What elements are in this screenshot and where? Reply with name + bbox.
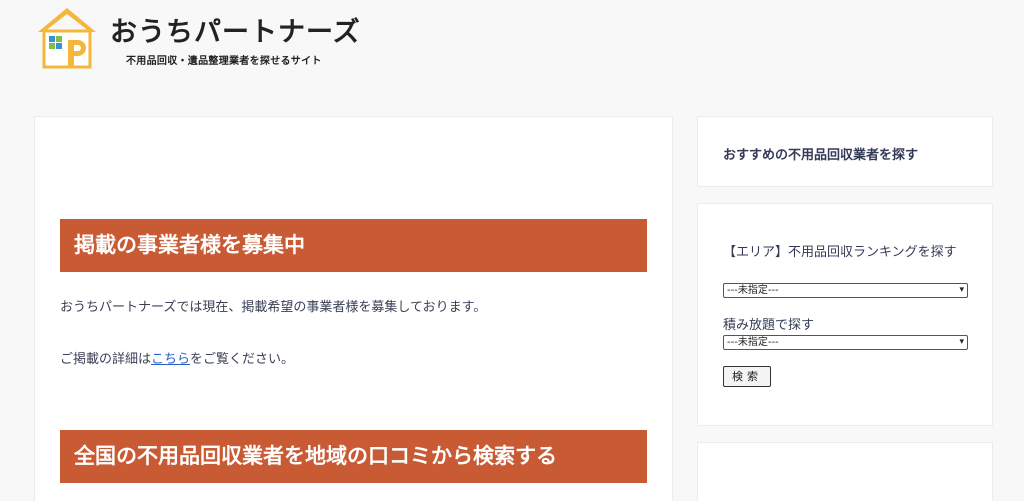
search-heading: 全国の不用品回収業者を地域の口コミから検索する — [60, 430, 647, 483]
search-button[interactable]: 検索 — [723, 366, 771, 387]
search-widget: 【エリア】不用品回収ランキングを探す ---未指定--- ▾ 積み放題で探す -… — [697, 203, 993, 426]
house-logo-icon — [38, 8, 96, 69]
flatrate-select[interactable]: ---未指定--- ▾ — [723, 335, 968, 350]
details-suffix: をご覧ください。 — [190, 352, 295, 367]
chevron-down-icon: ▾ — [959, 285, 964, 295]
sidebar-widget-empty — [697, 442, 993, 501]
details-link[interactable]: こちら — [151, 352, 190, 367]
site-header: おうちパートナーズ 不用品回収・遺品整理業者を探せるサイト — [0, 0, 1024, 80]
recruit-text: おうちパートナーズでは現在、掲載希望の事業者様を募集しております。 — [60, 300, 487, 315]
recommend-widget: おすすめの不用品回収業者を探す — [697, 116, 993, 187]
area-select[interactable]: ---未指定--- ▾ — [723, 283, 968, 298]
site-title: おうちパートナーズ — [110, 17, 361, 48]
details-prefix: ご掲載の詳細は — [60, 352, 152, 367]
area-label: 【エリア】不用品回収ランキングを探す — [723, 245, 957, 260]
flatrate-label: 積み放題で探す — [723, 318, 815, 333]
area-select-value: ---未指定--- — [727, 285, 779, 296]
chevron-down-icon: ▾ — [959, 337, 964, 347]
site-logo-link[interactable]: おうちパートナーズ 不用品回収・遺品整理業者を探せるサイト — [34, 4, 364, 70]
details-text: ご掲載の詳細はこちらをご覧ください。 — [60, 348, 294, 367]
flatrate-select-value: ---未指定--- — [727, 337, 779, 348]
site-tagline: 不用品回収・遺品整理業者を探せるサイト — [126, 56, 322, 67]
recruit-heading: 掲載の事業者様を募集中 — [60, 219, 647, 272]
main-content: 掲載の事業者様を募集中 おうちパートナーズでは現在、掲載希望の事業者様を募集して… — [34, 116, 673, 501]
recommend-title: おすすめの不用品回収業者を探す — [723, 148, 919, 163]
